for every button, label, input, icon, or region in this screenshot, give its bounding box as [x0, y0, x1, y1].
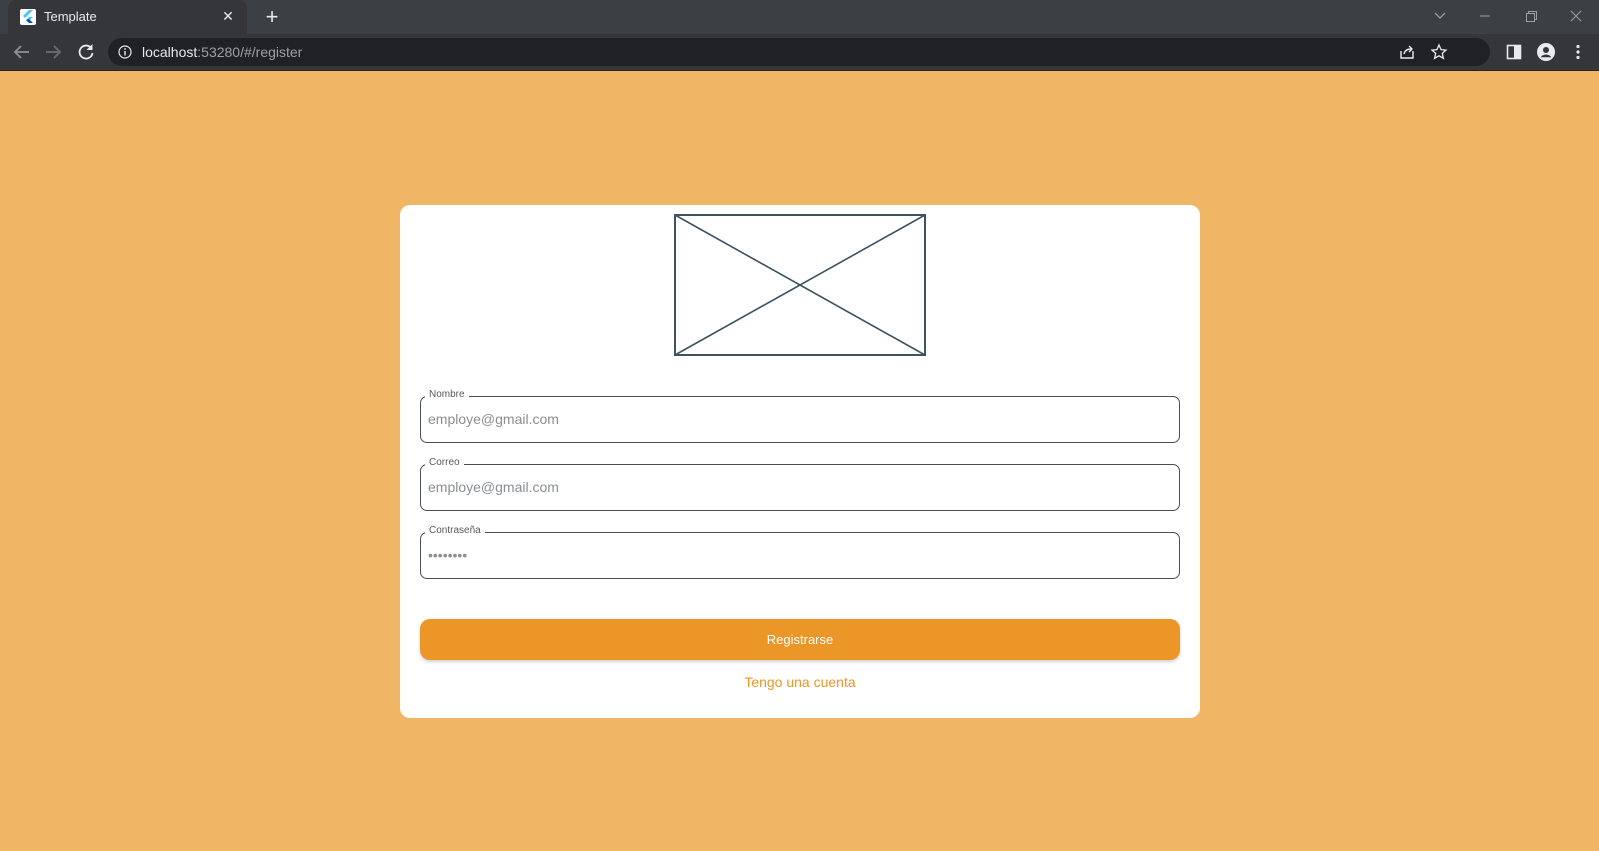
info-icon[interactable]	[118, 45, 132, 59]
minimize-icon[interactable]	[1470, 4, 1500, 28]
share-icon[interactable]	[1398, 43, 1416, 61]
email-field[interactable]: Correo	[420, 457, 1180, 511]
arrow-right-icon[interactable]	[40, 39, 66, 65]
side-panel-icon[interactable]	[1504, 42, 1524, 62]
star-icon[interactable]	[1430, 43, 1448, 61]
arrow-left-icon[interactable]	[9, 39, 35, 65]
browser-tab-strip: Template ✕ +	[0, 0, 1599, 34]
kebab-menu-icon[interactable]	[1568, 42, 1588, 62]
name-field[interactable]: Nombre	[420, 389, 1180, 443]
tab-search-icon[interactable]	[1425, 4, 1455, 28]
register-button[interactable]: Registrarse	[420, 619, 1180, 660]
password-field[interactable]: Contraseña	[420, 525, 1180, 579]
register-card: Nombre Correo Contraseña Registrarse Ten…	[400, 205, 1200, 718]
have-account-link[interactable]: Tengo una cuenta	[400, 674, 1200, 690]
browser-toolbar: localhost:53280/#/register	[0, 34, 1599, 71]
password-input[interactable]	[428, 532, 1172, 579]
close-window-icon[interactable]	[1561, 4, 1591, 28]
image-placeholder-icon	[674, 214, 926, 356]
close-tab-icon[interactable]: ✕	[219, 7, 237, 25]
profile-icon[interactable]	[1536, 42, 1556, 62]
flutter-favicon-icon	[20, 9, 36, 25]
url-path: :53280/#/register	[197, 44, 303, 60]
name-input[interactable]	[428, 396, 1172, 443]
tab-title: Template	[44, 9, 97, 24]
browser-tab[interactable]: Template ✕	[8, 0, 247, 34]
restore-icon[interactable]	[1516, 4, 1546, 28]
reload-icon[interactable]	[73, 39, 99, 65]
address-bar[interactable]: localhost:53280/#/register	[108, 38, 1490, 66]
url-host: localhost	[142, 44, 198, 60]
url-text[interactable]: localhost:53280/#/register	[142, 44, 302, 60]
new-tab-button[interactable]: +	[258, 3, 286, 31]
email-input[interactable]	[428, 464, 1172, 511]
